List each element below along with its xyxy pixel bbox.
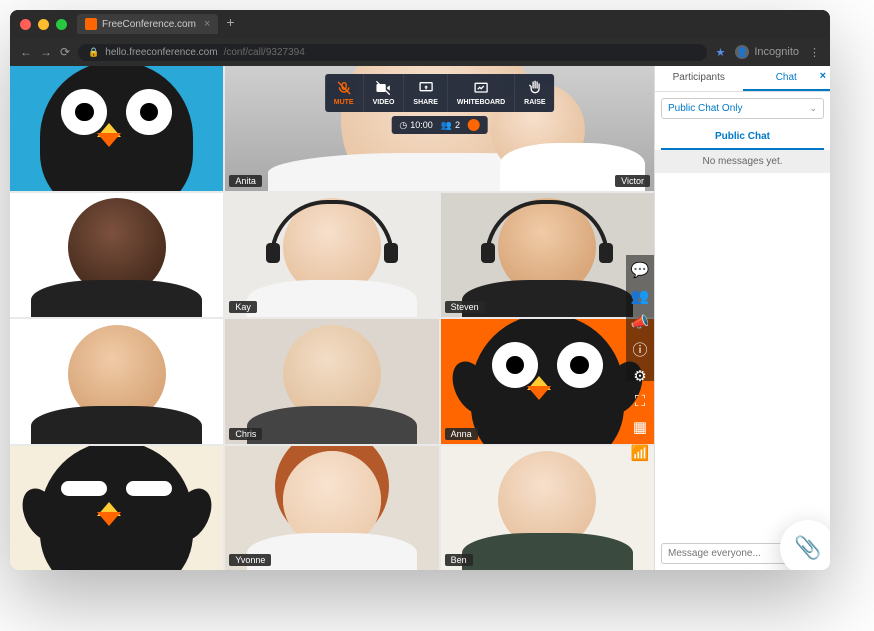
bookmark-icon[interactable]: ★ <box>715 46 725 59</box>
window-controls <box>20 19 67 30</box>
mute-button[interactable]: MUTE <box>325 74 364 112</box>
layout-icon[interactable]: ▦ <box>630 418 650 436</box>
address-bar: ← → ⟳ 🔒 hello.freeconference.com/conf/ca… <box>10 38 830 66</box>
lock-icon: 🔒 <box>88 47 99 58</box>
incognito-label: Incognito <box>754 46 799 58</box>
participant-video <box>10 319 223 444</box>
video-off-icon <box>376 80 392 96</box>
video-tile[interactable] <box>10 319 223 444</box>
new-tab-button[interactable]: + <box>218 14 242 34</box>
mic-off-icon <box>336 80 352 96</box>
video-tile[interactable]: Steven <box>441 193 654 318</box>
close-window-button[interactable] <box>20 19 31 30</box>
titlebar: FreeConference.com × + <box>10 10 830 38</box>
video-tile-self[interactable] <box>10 66 223 191</box>
avatar-penguin <box>10 66 223 191</box>
participant-video <box>441 193 654 318</box>
participant-video <box>10 193 223 318</box>
video-tile[interactable]: Anita Victor MUTE VIDEO SHARE <box>225 66 654 191</box>
participant-count: 👥 2 <box>441 120 460 131</box>
favicon-icon <box>85 18 97 30</box>
connection-icon[interactable]: 📶 <box>630 444 650 462</box>
video-tile[interactable]: Yvonne <box>225 446 438 571</box>
participant-name: Chris <box>229 428 262 440</box>
participant-video <box>441 446 654 571</box>
url-field[interactable]: 🔒 hello.freeconference.com/conf/call/932… <box>78 44 707 61</box>
participant-name: Anita <box>229 175 262 187</box>
status-indicator-icon <box>468 119 480 131</box>
browser-tab[interactable]: FreeConference.com × <box>77 14 218 34</box>
minimize-window-button[interactable] <box>38 19 49 30</box>
participant-name: Steven <box>445 301 485 313</box>
video-button[interactable]: VIDEO <box>364 74 405 112</box>
tab-participants[interactable]: Participants <box>655 66 743 91</box>
megaphone-icon[interactable]: 📣 <box>630 313 650 331</box>
side-rail: 💬 👥 📣 ⓘ ⚙ ⛶ ▦ 📶 <box>626 255 654 381</box>
raise-hand-icon <box>527 80 543 96</box>
participant-name: Anna <box>445 428 478 440</box>
video-tile[interactable]: Ben <box>441 446 654 571</box>
chat-icon[interactable]: 💬 <box>630 261 650 279</box>
call-toolbar: MUTE VIDEO SHARE WHITEBOARD <box>325 74 555 112</box>
chat-filter-label: Public Chat Only <box>668 103 742 114</box>
whiteboard-button[interactable]: WHITEBOARD <box>448 74 515 112</box>
chat-panel-tabs: Participants Chat × <box>655 66 830 92</box>
clock-icon: ◷ <box>399 120 407 131</box>
tab-title: FreeConference.com <box>102 19 196 30</box>
whiteboard-icon <box>473 80 489 96</box>
url-path: /conf/call/9327394 <box>224 47 305 58</box>
video-tile[interactable] <box>10 446 223 571</box>
forward-button[interactable]: → <box>40 45 52 59</box>
info-icon[interactable]: ⓘ <box>630 339 650 359</box>
chat-empty-state: No messages yet. <box>655 150 830 173</box>
avatar-penguin <box>441 319 654 444</box>
chevron-down-icon: ⌄ <box>809 103 817 114</box>
participant-video <box>225 446 438 571</box>
people-icon: 👥 <box>441 120 452 131</box>
call-timer: ◷ 10:00 <box>399 120 432 131</box>
video-tile[interactable]: Chris <box>225 319 438 444</box>
reload-button[interactable]: ⟳ <box>60 45 70 59</box>
participant-video <box>225 319 438 444</box>
attach-fab[interactable]: 📎 <box>780 520 830 570</box>
chat-panel: Participants Chat × Public Chat Only ⌄ P… <box>654 66 830 570</box>
participant-name: Yvonne <box>229 554 271 566</box>
fullscreen-icon[interactable]: ⛶ <box>630 393 650 410</box>
participant-name: Kay <box>229 301 257 313</box>
video-tile[interactable]: Anna <box>441 319 654 444</box>
share-button[interactable]: SHARE <box>404 74 448 112</box>
raise-hand-button[interactable]: RAISE <box>515 74 554 112</box>
participant-video <box>225 193 438 318</box>
incognito-badge[interactable]: 👤 Incognito <box>735 45 799 59</box>
share-icon <box>418 80 434 96</box>
incognito-icon: 👤 <box>735 45 749 59</box>
headset-icon <box>270 200 394 257</box>
url-host: hello.freeconference.com <box>105 47 217 58</box>
tab-close-icon[interactable]: × <box>204 18 210 30</box>
paperclip-icon: 📎 <box>794 535 821 561</box>
call-status-bar: ◷ 10:00 👥 2 <box>391 116 488 134</box>
settings-icon[interactable]: ⚙ <box>630 367 650 385</box>
close-panel-icon[interactable]: × <box>820 70 826 82</box>
menu-icon[interactable]: ⋮ <box>809 46 820 59</box>
maximize-window-button[interactable] <box>56 19 67 30</box>
video-tile[interactable] <box>10 193 223 318</box>
video-grid: Anita Victor MUTE VIDEO SHARE <box>10 66 654 570</box>
tab-chat[interactable]: Chat <box>743 66 831 91</box>
headset-icon <box>485 200 609 257</box>
browser-window: FreeConference.com × + ← → ⟳ 🔒 hello.fre… <box>10 10 830 570</box>
chat-section-header: Public Chat <box>661 125 824 150</box>
participant-name: Victor <box>615 175 650 187</box>
browser-tabs: FreeConference.com × + <box>77 14 243 34</box>
back-button[interactable]: ← <box>20 45 32 59</box>
video-tile[interactable]: Kay <box>225 193 438 318</box>
participants-icon[interactable]: 👥 <box>630 287 650 305</box>
participant-name: Ben <box>445 554 473 566</box>
chat-messages <box>655 173 830 543</box>
chat-filter-dropdown[interactable]: Public Chat Only ⌄ <box>661 98 824 119</box>
avatar-penguin <box>10 446 223 571</box>
app-content: Anita Victor MUTE VIDEO SHARE <box>10 66 830 570</box>
